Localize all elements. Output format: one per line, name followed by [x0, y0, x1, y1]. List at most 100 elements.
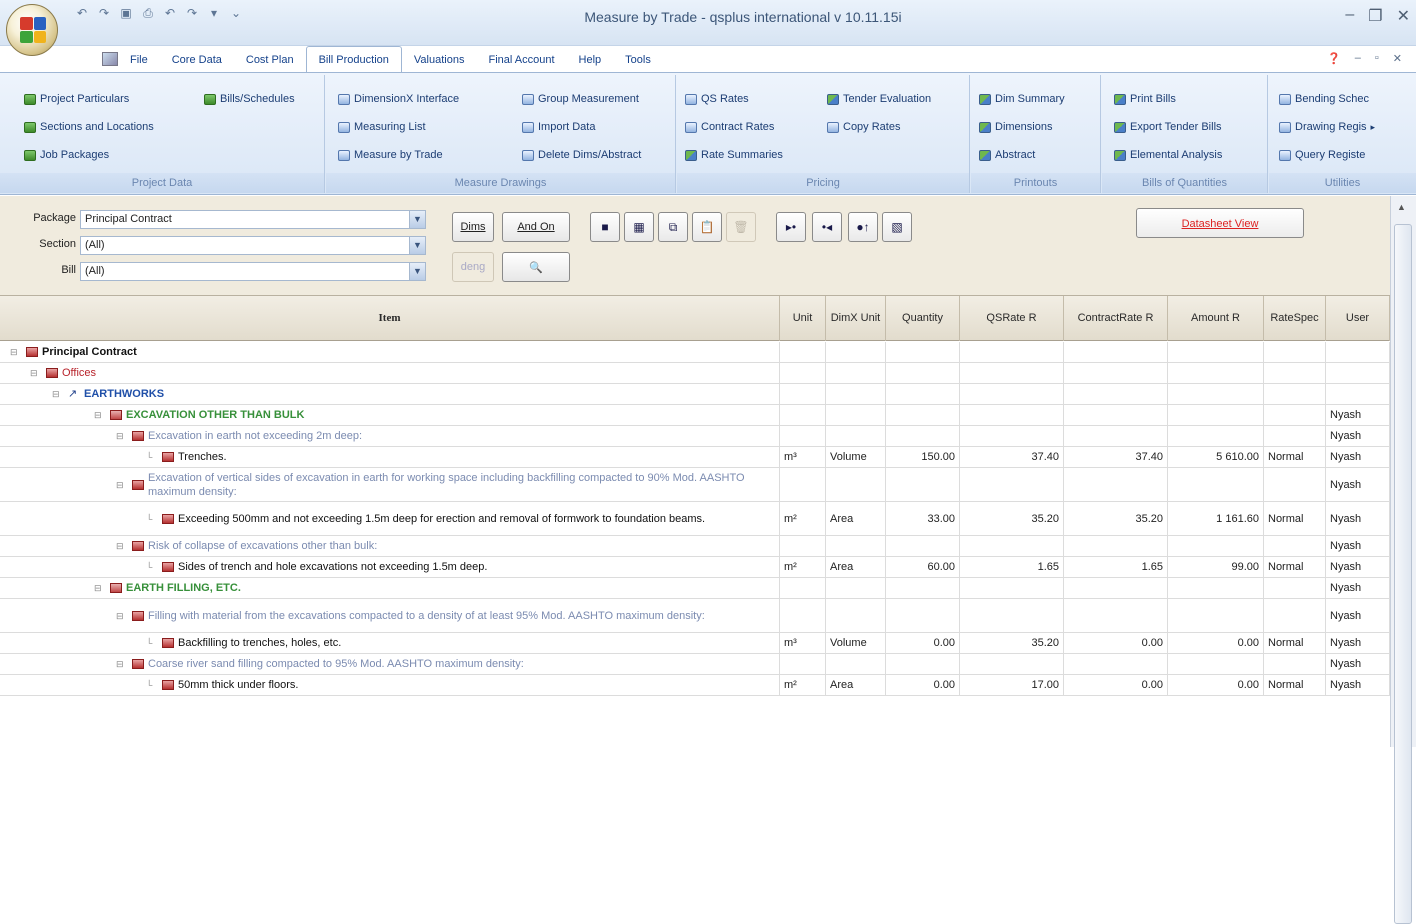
column-header-quantity[interactable]: Quantity: [886, 296, 960, 341]
dimensionx-interface-button[interactable]: DimensionX Interface: [338, 93, 459, 105]
qty-cell[interactable]: [886, 578, 960, 598]
and-on-button[interactable]: And On: [502, 212, 570, 242]
crate-cell[interactable]: 35.20: [1064, 502, 1168, 535]
vertical-scrollbar[interactable]: ▲: [1390, 196, 1416, 924]
table-row[interactable]: ⊟ ↗ EARTHWORKS: [0, 384, 1390, 405]
table-row[interactable]: └ Exceeding 500mm and not exceeding 1.5m …: [0, 502, 1390, 536]
qty-cell[interactable]: 60.00: [886, 557, 960, 577]
bending-schedule-button[interactable]: Bending Schec: [1279, 93, 1369, 105]
qty-cell[interactable]: [886, 599, 960, 632]
crate-cell[interactable]: [1064, 599, 1168, 632]
qty-cell[interactable]: [886, 342, 960, 362]
column-header-unit[interactable]: Unit: [780, 296, 826, 341]
table-row[interactable]: ⊟ Risk of collapse of excavations other t…: [0, 536, 1390, 557]
crate-cell[interactable]: [1064, 426, 1168, 446]
expand-collapse-icon[interactable]: ⊟: [10, 345, 26, 359]
abstract-button[interactable]: Abstract: [979, 149, 1035, 161]
qsrate-cell[interactable]: [960, 654, 1064, 674]
close-icon[interactable]: ✕: [1397, 6, 1410, 26]
dimx-cell[interactable]: [826, 599, 886, 632]
amount-cell[interactable]: [1168, 468, 1264, 501]
unit-cell[interactable]: m³: [780, 633, 826, 653]
crate-cell[interactable]: [1064, 468, 1168, 501]
unit-cell[interactable]: [780, 599, 826, 632]
scroll-up-icon[interactable]: ▲: [1397, 202, 1406, 212]
crate-cell[interactable]: [1064, 654, 1168, 674]
ratespec-cell[interactable]: [1264, 536, 1326, 556]
unit-cell[interactable]: [780, 342, 826, 362]
sections-locations-button[interactable]: Sections and Locations: [24, 121, 154, 133]
column-header-amount[interactable]: Amount R: [1168, 296, 1264, 341]
unit-cell[interactable]: [780, 654, 826, 674]
qsrate-cell[interactable]: [960, 578, 1064, 598]
item-cell[interactable]: ⊟ EXCAVATION OTHER THAN BULK: [0, 405, 780, 425]
user-cell[interactable]: Nyash: [1326, 633, 1390, 653]
rate-summaries-button[interactable]: Rate Summaries: [685, 149, 783, 161]
ratespec-cell[interactable]: Normal: [1264, 502, 1326, 535]
user-cell[interactable]: Nyash: [1326, 557, 1390, 577]
dimx-cell[interactable]: [826, 363, 886, 383]
unit-cell[interactable]: [780, 384, 826, 404]
query-register-button[interactable]: Query Registe: [1279, 149, 1365, 161]
dimx-cell[interactable]: [826, 578, 886, 598]
tender-evaluation-button[interactable]: Tender Evaluation: [827, 93, 931, 105]
ratespec-cell[interactable]: Normal: [1264, 633, 1326, 653]
dimx-cell[interactable]: [826, 405, 886, 425]
qsrate-cell[interactable]: [960, 342, 1064, 362]
project-particulars-button[interactable]: Project Particulars: [24, 93, 129, 105]
item-cell[interactable]: └ 50mm thick under floors.: [0, 675, 780, 695]
chevron-down-icon[interactable]: ▼: [409, 211, 425, 228]
delete-button[interactable]: 🗑: [726, 212, 756, 242]
dimx-cell[interactable]: Area: [826, 675, 886, 695]
ratespec-cell[interactable]: Normal: [1264, 557, 1326, 577]
item-cell[interactable]: └ Trenches.: [0, 447, 780, 467]
ribbon-scroll-icon[interactable]: ▸: [1371, 122, 1376, 133]
expand-collapse-icon[interactable]: ⊟: [30, 366, 46, 380]
package-select[interactable]: Principal Contract ▼: [80, 210, 426, 229]
qsrate-cell[interactable]: 17.00: [960, 675, 1064, 695]
dimx-cell[interactable]: [826, 342, 886, 362]
dimx-cell[interactable]: Volume: [826, 447, 886, 467]
elemental-analysis-button[interactable]: Elemental Analysis: [1114, 149, 1222, 161]
stop-button[interactable]: ■: [590, 212, 620, 242]
qsrate-cell[interactable]: [960, 599, 1064, 632]
copy-button[interactable]: ⧉: [658, 212, 688, 242]
expand-collapse-icon[interactable]: ⊟: [116, 657, 132, 671]
qty-cell[interactable]: [886, 468, 960, 501]
column-header-qsrate[interactable]: QSRate R: [960, 296, 1064, 341]
ratespec-cell[interactable]: [1264, 468, 1326, 501]
amount-cell[interactable]: [1168, 405, 1264, 425]
qty-cell[interactable]: [886, 654, 960, 674]
item-cell[interactable]: ⊟ Excavation of vertical sides of excavat…: [0, 468, 780, 501]
ratespec-cell[interactable]: [1264, 405, 1326, 425]
unit-cell[interactable]: [780, 426, 826, 446]
user-cell[interactable]: Nyash: [1326, 578, 1390, 598]
move-up-button[interactable]: ●↑: [848, 212, 878, 242]
user-cell[interactable]: Nyash: [1326, 468, 1390, 501]
dimx-cell[interactable]: [826, 468, 886, 501]
tab-core-data[interactable]: Core Data: [160, 48, 234, 72]
dimx-cell[interactable]: Area: [826, 557, 886, 577]
item-cell[interactable]: ⊟ Excavation in earth not exceeding 2m de…: [0, 426, 780, 446]
datasheet-view-button[interactable]: Datasheet View: [1136, 208, 1304, 238]
unit-cell[interactable]: [780, 536, 826, 556]
qty-cell[interactable]: [886, 384, 960, 404]
section-select[interactable]: (All) ▼: [80, 236, 426, 255]
amount-cell[interactable]: 1 161.60: [1168, 502, 1264, 535]
bill-select[interactable]: (All) ▼: [80, 262, 426, 281]
app-orb-button[interactable]: [6, 4, 58, 56]
item-cell[interactable]: ⊟ Offices: [0, 363, 780, 383]
crate-cell[interactable]: [1064, 536, 1168, 556]
qty-cell[interactable]: 150.00: [886, 447, 960, 467]
ratespec-cell[interactable]: [1264, 342, 1326, 362]
table-row[interactable]: └ Sides of trench and hole excavations no…: [0, 557, 1390, 578]
mdi-close-icon[interactable]: ✕: [1393, 52, 1402, 65]
user-cell[interactable]: Nyash: [1326, 654, 1390, 674]
table-row[interactable]: └ Backfilling to trenches, holes, etc. m³ V…: [0, 633, 1390, 654]
dimx-cell[interactable]: [826, 384, 886, 404]
crate-cell[interactable]: 1.65: [1064, 557, 1168, 577]
column-header-ratespec[interactable]: RateSpec: [1264, 296, 1326, 341]
amount-cell[interactable]: 0.00: [1168, 675, 1264, 695]
ratespec-cell[interactable]: [1264, 654, 1326, 674]
qsrate-cell[interactable]: [960, 426, 1064, 446]
